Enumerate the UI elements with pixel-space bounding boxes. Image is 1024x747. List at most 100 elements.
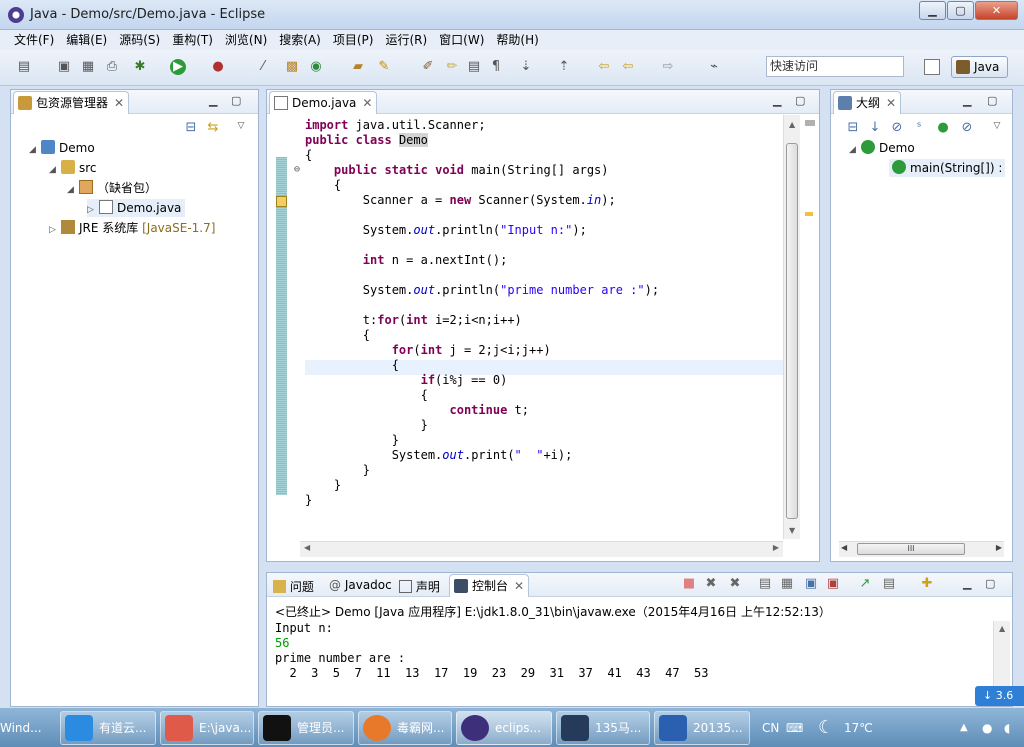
hide-non-public-icon[interactable]: ●	[935, 120, 951, 136]
outline-item-method[interactable]: main(String[]) :	[889, 159, 1006, 177]
tab-package-explorer[interactable]: 包资源管理器 ✕	[13, 91, 130, 114]
start-button[interactable]: Wind...	[0, 708, 42, 747]
open-perspective-icon[interactable]	[924, 59, 940, 75]
editor-horizontal-scrollbar[interactable]: ◀ ▶	[300, 541, 783, 557]
show-whitespace-icon[interactable]: ▤	[466, 59, 482, 75]
collapse-all-icon[interactable]: ⊟	[845, 120, 861, 136]
debug-icon[interactable]: ✱	[132, 59, 148, 75]
scroll-left-icon[interactable]: ◀	[841, 543, 847, 552]
previous-annotation-icon[interactable]: ⇡	[556, 59, 572, 75]
editor-vertical-scrollbar[interactable]: ▲ ▼	[783, 115, 800, 539]
expanded-icon[interactable]: ◢	[49, 161, 61, 179]
collapsed-icon[interactable]: ▷	[87, 201, 99, 219]
tab-demo-java[interactable]: Demo.java ✕	[269, 91, 378, 114]
scroll-right-icon[interactable]: ▶	[773, 543, 779, 552]
menu-navigate[interactable]: 浏览(N)	[219, 30, 273, 50]
quick-access-input[interactable]: 快速访问	[766, 56, 904, 77]
tab-javadoc[interactable]: @ Javadoc	[329, 578, 392, 592]
expanded-icon[interactable]: ◢	[29, 141, 41, 159]
task-word[interactable]: 20135...	[654, 711, 750, 745]
close-icon[interactable]: ✕	[886, 92, 896, 114]
expanded-icon[interactable]: ◢	[67, 181, 79, 199]
weather-moon-icon[interactable]: ☾	[818, 708, 834, 747]
scroll-thumb[interactable]	[786, 143, 798, 519]
hide-static-icon[interactable]: ˢ	[911, 120, 927, 136]
back-icon[interactable]: ⇦	[620, 59, 636, 75]
forward-icon[interactable]: ⇨	[660, 59, 676, 75]
outline-scroll-thumb[interactable]: III	[857, 543, 965, 555]
new-icon[interactable]: ▤	[16, 59, 32, 75]
new-class-icon[interactable]: ◉	[308, 59, 324, 75]
menu-search[interactable]: 搜索(A)	[273, 30, 327, 50]
link-with-editor-icon[interactable]: ⇆	[205, 120, 221, 136]
fold-icon[interactable]: ⊖	[294, 164, 300, 175]
block-selection-icon[interactable]: ¶	[488, 59, 504, 75]
show-stderr-icon[interactable]: ▣	[825, 576, 841, 592]
scroll-lock-icon[interactable]: ▦	[779, 576, 795, 592]
clear-console-icon[interactable]: ▤	[757, 576, 773, 592]
open-type-icon[interactable]: ▰	[350, 59, 366, 75]
menu-edit[interactable]: 编辑(E)	[60, 30, 113, 50]
keyboard-icon[interactable]: ⌨	[786, 708, 803, 747]
search-icon[interactable]: ✎	[376, 59, 392, 75]
menu-file[interactable]: 文件(F)	[8, 30, 60, 50]
open-console-icon[interactable]: ✚	[919, 576, 935, 592]
scroll-up-icon[interactable]: ▲	[999, 624, 1005, 633]
maximize-icon[interactable]: ▢	[987, 94, 997, 107]
close-icon[interactable]: ✕	[114, 92, 124, 114]
outline-item-class[interactable]: ◢ Demo	[849, 139, 915, 157]
highlight-icon[interactable]: ✏	[444, 59, 460, 75]
scroll-right-icon[interactable]: ▶	[996, 543, 1002, 552]
tab-declaration[interactable]: 声明	[399, 578, 440, 595]
run-icon[interactable]: ▶	[170, 59, 186, 75]
task-browser[interactable]: 毒霸网...	[358, 711, 452, 745]
tree-item-default-package[interactable]: ◢ （缺省包）	[67, 179, 157, 197]
task-cmd[interactable]: 管理员...	[258, 711, 354, 745]
tab-console[interactable]: 控制台 ✕	[449, 574, 530, 597]
notification-badge[interactable]: ↓ 3.6	[975, 686, 1024, 706]
java-perspective-button[interactable]: Java	[951, 56, 1008, 78]
save-icon[interactable]: ▣	[56, 59, 72, 75]
scroll-left-icon[interactable]: ◀	[304, 543, 310, 552]
minimize-icon[interactable]: ▁	[209, 94, 217, 107]
minimize-icon[interactable]: ▁	[963, 577, 971, 590]
tray-expand-icon[interactable]: ▲	[960, 708, 968, 747]
tree-item-project[interactable]: ◢ Demo	[29, 139, 95, 157]
maximize-button[interactable]: ▢	[947, 1, 974, 20]
task-eclipse[interactable]: eclips...	[456, 711, 552, 745]
display-console-icon[interactable]: ▤	[881, 576, 897, 592]
scroll-down-icon[interactable]: ▼	[789, 526, 795, 535]
tab-outline[interactable]: 大纲 ✕	[833, 91, 902, 114]
maximize-icon[interactable]: ▢	[231, 94, 241, 107]
terminate-icon[interactable]: ■	[681, 576, 697, 592]
menu-refactor[interactable]: 重构(T)	[166, 30, 219, 50]
task-youdao[interactable]: 有道云...	[60, 711, 156, 745]
skip-breakpoints-icon[interactable]: ⁄	[255, 59, 271, 75]
external-tools-icon[interactable]: ●	[210, 59, 226, 75]
last-edit-icon[interactable]: ⇦	[596, 59, 612, 75]
collapse-all-icon[interactable]: ⊟	[183, 120, 199, 136]
print-icon[interactable]: ⎙	[104, 59, 120, 75]
hide-fields-icon[interactable]: ⊘	[889, 120, 905, 136]
menu-run[interactable]: 运行(R)	[379, 30, 433, 50]
close-icon[interactable]: ✕	[514, 575, 524, 597]
outline-horizontal-scrollbar[interactable]: ◀ III ▶	[839, 541, 1004, 557]
sort-icon[interactable]: ↓	[867, 120, 883, 136]
remove-launch-icon[interactable]: ✖	[703, 576, 719, 592]
volume-icon[interactable]: ◖	[1004, 708, 1010, 747]
task-explorer[interactable]: E:\java...	[160, 711, 254, 745]
minimize-button[interactable]: ▁	[919, 1, 946, 20]
expanded-icon[interactable]: ◢	[849, 141, 861, 159]
pin-editor-icon[interactable]: ⌁	[706, 59, 722, 75]
maximize-icon[interactable]: ▢	[985, 577, 995, 590]
view-menu-icon[interactable]: ▽	[989, 118, 1005, 134]
save-all-icon[interactable]: ▦	[80, 59, 96, 75]
tab-problems[interactable]: 问题	[273, 578, 314, 595]
task-qq-chat[interactable]: 135马...	[556, 711, 650, 745]
minimize-icon[interactable]: ▁	[773, 94, 781, 107]
maximize-icon[interactable]: ▢	[795, 94, 805, 107]
tree-item-demo-java[interactable]: ▷ Demo.java	[87, 199, 186, 219]
scroll-up-icon[interactable]: ▲	[789, 120, 795, 129]
pin-console-icon[interactable]: ↗	[857, 576, 873, 592]
minimize-icon[interactable]: ▁	[963, 94, 971, 107]
